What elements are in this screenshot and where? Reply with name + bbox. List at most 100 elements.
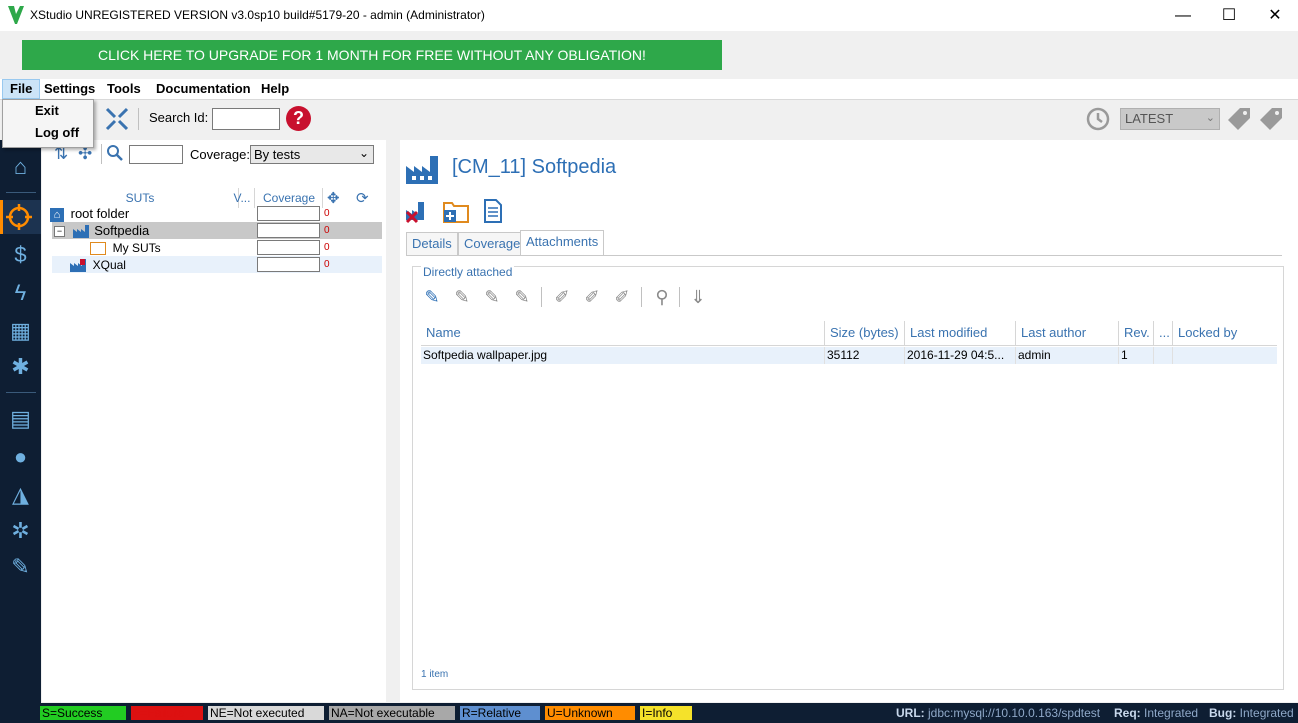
tab-details[interactable]: Details bbox=[406, 232, 458, 256]
legend-not-executed: NE=Not executed bbox=[208, 706, 324, 720]
tag-remove-icon[interactable] bbox=[1258, 106, 1284, 132]
report-document-icon[interactable] bbox=[482, 198, 504, 227]
menu-help[interactable]: Help bbox=[254, 79, 296, 99]
sut-target-icon[interactable] bbox=[0, 200, 41, 234]
attachments-frame: Directly attached ✎ ✎ ✎ ✎ ✐ ✐ ✐ ⚲ ⇓ Name… bbox=[412, 265, 1284, 690]
coverage-bar bbox=[257, 206, 320, 221]
upgrade-banner[interactable]: CLICK HERE TO UPGRADE FOR 1 MONTH FOR FR… bbox=[22, 40, 722, 70]
home-icon[interactable]: ⌂ bbox=[0, 150, 41, 184]
menu-documentation[interactable]: Documentation bbox=[149, 79, 258, 99]
coverage-count: 0 bbox=[324, 242, 330, 253]
column-header-last-modified[interactable]: Last modified bbox=[905, 321, 1016, 345]
minimize-button[interactable]: — bbox=[1160, 0, 1206, 31]
requirements-icon[interactable]: $ bbox=[0, 238, 41, 272]
title-bar: XStudio UNREGISTERED VERSION v3.0sp10 bu… bbox=[0, 0, 1298, 31]
network-icon[interactable]: ✲ bbox=[0, 514, 41, 548]
main-toolbar: Search Id: ? LATEST ⌄ bbox=[0, 100, 1298, 140]
cell-last-modified: 2016-11-29 04:5... bbox=[905, 347, 1016, 364]
tests-clapper-icon[interactable]: ▦ bbox=[0, 314, 41, 348]
column-header-name[interactable]: Name bbox=[421, 321, 825, 345]
factory-error-icon bbox=[70, 259, 86, 273]
panel-splitter[interactable] bbox=[386, 140, 400, 702]
coverage-label: Coverage: bbox=[190, 147, 250, 162]
menu-item-log-off[interactable]: Log off bbox=[3, 122, 93, 144]
cell-last-author: admin bbox=[1016, 347, 1119, 364]
req-value: Integrated bbox=[1144, 706, 1199, 720]
bug-value: Integrated bbox=[1239, 706, 1294, 720]
bugs-icon[interactable]: ✱ bbox=[0, 350, 41, 384]
assets-shapes-icon[interactable]: ◮ bbox=[0, 478, 41, 512]
download-attachment-icon[interactable]: ✎ bbox=[509, 285, 535, 309]
tree-row-softpedia[interactable]: − Softpedia bbox=[54, 222, 254, 239]
url-value: jdbc:mysql://10.10.0.163/spdtest bbox=[928, 706, 1101, 720]
left-sidebar: ⌂ $ ϟ ▦ ✱ ▤ ● ◮ ✲ ✎ bbox=[0, 140, 41, 703]
user-icon[interactable]: ● bbox=[0, 440, 41, 474]
column-header-revision[interactable]: Rev. bbox=[1119, 321, 1154, 345]
version-select-value: LATEST bbox=[1125, 111, 1174, 126]
bug-integration: Bug: Integrated bbox=[1209, 706, 1294, 720]
factory-icon bbox=[406, 154, 446, 187]
specifications-lightning-icon[interactable]: ϟ bbox=[0, 276, 41, 310]
menu-tools[interactable]: Tools bbox=[100, 79, 148, 99]
edit-attachment-icon[interactable]: ✎ bbox=[449, 285, 475, 309]
file-dropdown-menu: Exit Log off bbox=[2, 99, 94, 148]
tree-label: root folder bbox=[70, 206, 130, 221]
tree-label: XQual bbox=[92, 258, 126, 272]
toolbar-divider bbox=[679, 287, 680, 307]
tree-label: My SUTs bbox=[112, 241, 161, 255]
cell-revision: 1 bbox=[1119, 347, 1154, 364]
menu-settings[interactable]: Settings bbox=[37, 79, 102, 99]
search-id-input[interactable] bbox=[212, 108, 280, 130]
tree-row-my-suts[interactable]: My SUTs bbox=[90, 239, 250, 256]
menu-item-exit[interactable]: Exit bbox=[3, 100, 93, 122]
tree-row-xqual[interactable]: XQual bbox=[70, 256, 250, 273]
tab-coverage[interactable]: Coverage bbox=[458, 232, 527, 256]
column-header-locked-by[interactable]: Locked by bbox=[1173, 321, 1277, 345]
column-header-last-author[interactable]: Last author bbox=[1016, 321, 1119, 345]
legend-info: I=Info bbox=[640, 706, 692, 720]
connection-url: URL: jdbc:mysql://10.10.0.163/spdtest bbox=[896, 706, 1100, 720]
req-integration: Req: Integrated bbox=[1114, 706, 1198, 720]
coverage-count: 0 bbox=[324, 259, 330, 270]
tree-search-input[interactable] bbox=[129, 145, 183, 164]
search-icon[interactable] bbox=[106, 144, 124, 165]
attachment-paperclip-icon[interactable]: ✎ bbox=[0, 550, 41, 584]
close-button[interactable]: ✕ bbox=[1252, 0, 1298, 31]
maximize-button[interactable]: ☐ bbox=[1206, 0, 1252, 31]
tree-row-root-folder[interactable]: ⌂ root folder bbox=[50, 205, 382, 222]
collapse-icon[interactable] bbox=[104, 106, 130, 132]
toolbar-divider bbox=[138, 108, 139, 130]
tag-add-icon[interactable] bbox=[1226, 106, 1252, 132]
import-attachment-icon[interactable]: ⇓ bbox=[685, 285, 711, 309]
menu-file[interactable]: File bbox=[2, 79, 41, 99]
search-id-label: Search Id: bbox=[149, 110, 209, 125]
legend-not-executable: NA=Not executable bbox=[329, 706, 455, 720]
delete-sut-icon[interactable] bbox=[404, 198, 430, 227]
column-header-size[interactable]: Size (bytes) bbox=[825, 321, 905, 345]
tree-divider bbox=[101, 144, 102, 164]
add-attachment-icon[interactable]: ✎ bbox=[419, 285, 445, 309]
app-logo-icon bbox=[8, 6, 24, 24]
add-folder-icon[interactable] bbox=[442, 198, 470, 227]
column-header-more[interactable]: ... bbox=[1154, 321, 1173, 345]
collapse-node-icon[interactable]: − bbox=[54, 226, 65, 238]
unlock-attachment-icon[interactable]: ✐ bbox=[579, 285, 605, 309]
coverage-select[interactable]: By tests ⌄ bbox=[250, 145, 374, 164]
lock-attachment-icon[interactable]: ✐ bbox=[549, 285, 575, 309]
history-clock-icon[interactable] bbox=[1085, 106, 1111, 132]
chevron-down-icon: ⌄ bbox=[358, 146, 369, 160]
calendar-icon[interactable]: ▤ bbox=[0, 402, 41, 436]
folder-icon bbox=[90, 242, 106, 256]
revision-attachment-icon[interactable]: ✐ bbox=[609, 285, 635, 309]
coverage-count: 0 bbox=[324, 208, 330, 219]
cell-locked-by bbox=[1173, 347, 1277, 364]
coverage-count: 0 bbox=[324, 225, 330, 236]
delete-attachment-icon[interactable]: ✎ bbox=[479, 285, 505, 309]
status-bar: S=Success F=Failure NE=Not executed NA=N… bbox=[0, 703, 1298, 723]
tab-attachments[interactable]: Attachments bbox=[520, 230, 605, 256]
link-attachment-icon[interactable]: ⚲ bbox=[649, 285, 675, 309]
help-icon[interactable]: ? bbox=[286, 106, 311, 131]
version-select[interactable]: LATEST ⌄ bbox=[1120, 108, 1220, 130]
tab-strip-line bbox=[406, 255, 1282, 256]
tree-label: Softpedia bbox=[94, 223, 150, 238]
